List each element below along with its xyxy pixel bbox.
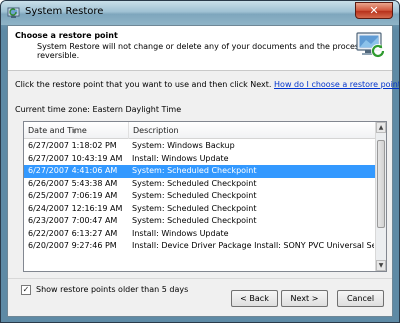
restore-point-description: System: Windows Backup (132, 141, 235, 150)
column-header-date[interactable]: ▼ Date and Time (24, 122, 129, 139)
restore-point-description: Install: Device Driver Package Install: … (132, 241, 374, 250)
list-item[interactable]: 6/26/2007 5:43:38 AM System: Scheduled C… (24, 178, 376, 191)
restore-point-description: System: Scheduled Checkpoint (132, 166, 257, 175)
list-item[interactable]: 6/27/2007 10:43:19 AM Install: Windows U… (24, 153, 376, 166)
instruction-label: Click the restore point that you want to… (15, 80, 272, 89)
cancel-button[interactable]: Cancel (337, 290, 384, 307)
restore-point-description: Install: Windows Update (132, 228, 229, 238)
column-header-date-label: Date and Time (28, 126, 87, 135)
restore-point-list[interactable]: ▼ Date and Time Description 6/27/2007 1:… (23, 121, 387, 272)
list-item[interactable]: 6/25/2007 7:06:19 AM System: Scheduled C… (24, 190, 376, 203)
window-title: System Restore (25, 6, 104, 17)
list-item[interactable]: 6/20/2007 9:27:46 PM Install: Device Dri… (24, 240, 376, 253)
next-button[interactable]: Next > (281, 290, 328, 307)
system-restore-icon (7, 7, 20, 18)
restore-point-description: Install: Windows Update (132, 153, 229, 163)
restore-point-date: 6/27/2007 4:41:06 AM (28, 166, 118, 175)
restore-point-date: 6/27/2007 1:18:02 PM (28, 141, 117, 150)
vertical-scrollbar[interactable]: ▲ ▼ (375, 122, 386, 271)
column-header-description[interactable]: Description (129, 122, 376, 139)
page-title: Choose a restore point (15, 31, 118, 40)
restore-point-date: 6/26/2007 5:43:38 AM (28, 178, 118, 188)
scroll-down-arrow-icon[interactable]: ▼ (376, 260, 386, 271)
column-header-description-label: Description (133, 126, 179, 135)
restore-point-description: System: Scheduled Checkpoint (132, 203, 257, 213)
restore-point-description: System: Scheduled Checkpoint (132, 216, 257, 225)
instruction-text: Click the restore point that you want to… (15, 80, 399, 89)
restore-point-date: 6/23/2007 7:00:47 AM (28, 216, 118, 225)
list-item[interactable]: 6/23/2007 7:00:47 AM System: Scheduled C… (24, 215, 376, 228)
page-description: System Restore will not change or delete… (37, 42, 373, 60)
restore-point-date: 6/20/2007 9:27:46 PM (28, 241, 117, 250)
system-restore-window: System Restore ✕ Choose a restore point … (0, 0, 400, 323)
show-older-checkbox[interactable]: ✓ (21, 285, 31, 295)
title-bar[interactable]: System Restore ✕ (1, 1, 399, 25)
restore-point-date: 6/27/2007 10:43:19 AM (28, 153, 123, 163)
divider (8, 278, 392, 279)
list-header: ▼ Date and Time Description (24, 122, 376, 139)
list-item-selected[interactable]: 6/27/2007 4:41:06 AM System: Scheduled C… (24, 165, 376, 178)
wizard-header: Choose a restore point System Restore wi… (8, 26, 392, 71)
system-restore-icon (356, 32, 385, 58)
list-rows: 6/27/2007 1:18:02 PM System: Windows Bac… (24, 140, 376, 253)
restore-point-date: 6/22/2007 6:13:27 AM (28, 228, 118, 238)
help-link[interactable]: How do I choose a restore point? (274, 80, 399, 89)
scroll-up-arrow-icon[interactable]: ▲ (376, 122, 386, 133)
sort-arrow-icon: ▼ (72, 128, 77, 135)
back-button[interactable]: < Back (231, 290, 278, 307)
list-item[interactable]: 6/24/2007 12:16:19 AM System: Scheduled … (24, 203, 376, 216)
restore-point-description: System: Scheduled Checkpoint (132, 178, 257, 188)
dialog-client-area: Choose a restore point System Restore wi… (7, 25, 399, 317)
timezone-label: Current time zone: Eastern Daylight Time (15, 105, 182, 114)
close-button[interactable]: ✕ (355, 2, 393, 19)
restore-point-date: 6/25/2007 7:06:19 AM (28, 191, 118, 200)
list-item[interactable]: 6/27/2007 1:18:02 PM System: Windows Bac… (24, 140, 376, 153)
scrollbar-thumb[interactable] (377, 140, 385, 228)
show-older-label: Show restore points older than 5 days (36, 285, 189, 294)
list-item[interactable]: 6/22/2007 6:13:27 AM Install: Windows Up… (24, 228, 376, 241)
restore-point-description: System: Scheduled Checkpoint (132, 191, 257, 200)
restore-point-date: 6/24/2007 12:16:19 AM (28, 203, 123, 213)
